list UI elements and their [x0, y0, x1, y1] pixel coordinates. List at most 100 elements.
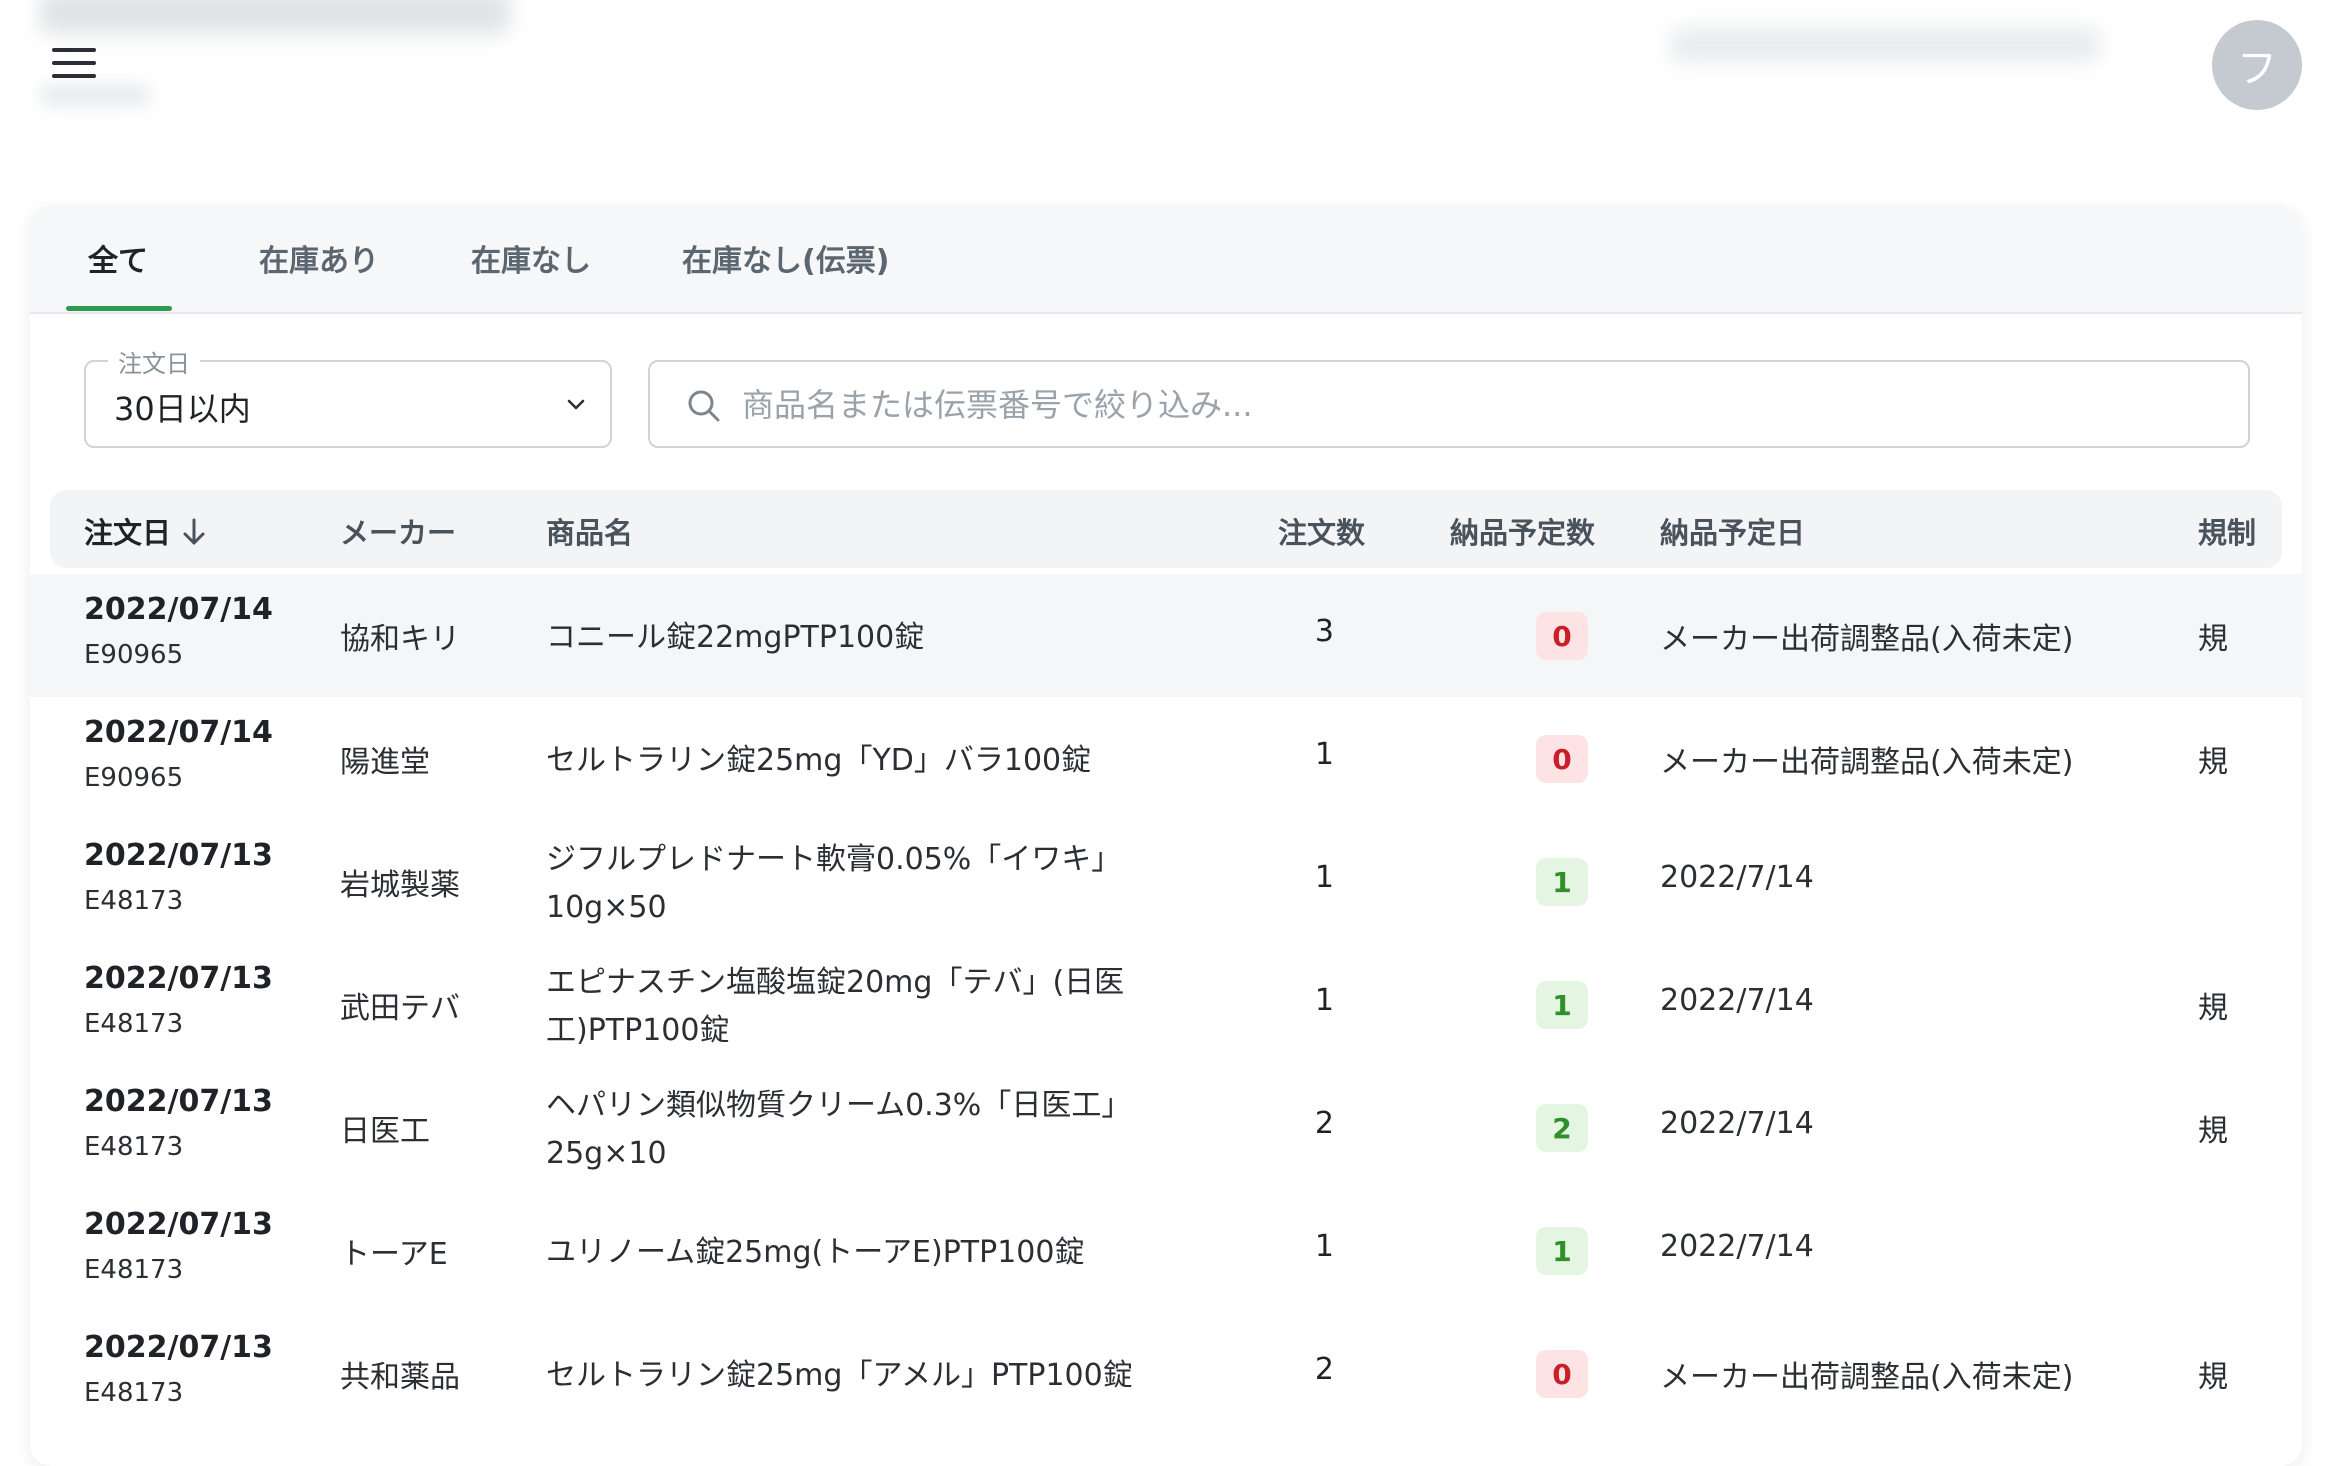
product-name: エピナスチン塩酸塩錠20mg「テバ」(日医 工)PTP100錠 [546, 959, 1166, 1055]
maker-name: 陽進堂 [340, 745, 430, 780]
maker-name: 岩城製薬 [340, 868, 460, 903]
active-tab-indicator [66, 306, 172, 311]
delivery-date: メーカー出荷調整品(入荷未定) [1660, 622, 2074, 657]
order-date-value: 30日以内 [114, 390, 251, 428]
order-date-label: 注文日 [108, 344, 200, 379]
delivery-date: 2022/7/14 [1660, 1229, 1814, 1264]
orders-card: 全て 在庫あり 在庫なし 在庫なし(伝票) 注文日 30日以内 注文日 メーカー… [30, 206, 2302, 1466]
slip-number: E48173 [84, 1255, 184, 1285]
product-name: セルトラリン錠25mg「YD」バラ100錠 [546, 737, 1166, 785]
order-date: 2022/07/14 [84, 715, 273, 750]
chevron-down-icon [567, 399, 585, 410]
arrow-down-icon [183, 518, 205, 545]
column-header-order-date[interactable]: 注文日 [84, 510, 207, 552]
product-name-line1: ユリノーム錠25mg(トーアE)PTP100錠 [546, 1235, 1085, 1270]
maker-name: トーアE [340, 1237, 448, 1272]
product-name: ユリノーム錠25mg(トーアE)PTP100錠 [546, 1229, 1166, 1277]
delivery-date: メーカー出荷調整品(入荷未定) [1660, 745, 2074, 780]
regulation-mark: 規 [2198, 622, 2228, 657]
column-header-planned-qty[interactable]: 納品予定数 [1450, 510, 1595, 552]
order-date: 2022/07/14 [84, 592, 273, 627]
product-name-line1: ジフルプレドナート軟膏0.05%「イワキ」 [546, 842, 1122, 877]
regulation-mark: 規 [2198, 1360, 2228, 1395]
order-qty: 1 [1314, 860, 1334, 895]
product-name-line1: コニール錠22mgPTP100錠 [546, 620, 925, 655]
order-date: 2022/07/13 [84, 961, 273, 996]
delivery-date: 2022/7/14 [1660, 983, 1814, 1018]
delivery-date: 2022/7/14 [1660, 860, 1814, 895]
product-name: ヘパリン類似物質クリーム0.3%「日医工」 25g×10 [546, 1082, 1166, 1178]
order-date: 2022/07/13 [84, 838, 273, 873]
product-name-line1: セルトラリン錠25mg「アメル」PTP100錠 [546, 1358, 1133, 1393]
column-header-regulation[interactable]: 規制 [2198, 510, 2256, 552]
slip-number: E48173 [84, 1132, 184, 1162]
order-qty: 2 [1314, 1352, 1334, 1387]
order-date: 2022/07/13 [84, 1084, 273, 1119]
table-row[interactable]: 2022/07/14 E90965 協和キリ コニール錠22mgPTP100錠 3 0 メー… [30, 574, 2302, 697]
planned-qty-badge: 2 [1536, 1104, 1588, 1152]
delivery-date: メーカー出荷調整品(入荷未定) [1660, 1360, 2074, 1395]
maker-name: 武田テバ [340, 991, 460, 1026]
slip-number: E90965 [84, 763, 184, 793]
planned-qty-badge: 1 [1536, 858, 1588, 906]
product-name-line1: セルトラリン錠25mg「YD」バラ100錠 [546, 743, 1092, 778]
table-row[interactable]: 2022/07/13 E48173 岩城製薬 ジフルプレドナート軟膏0.05%「イワキ… [30, 820, 2302, 943]
regulation-mark: 規 [2198, 745, 2228, 780]
product-name-line2: 工)PTP100錠 [546, 1013, 730, 1048]
order-date: 2022/07/13 [84, 1330, 273, 1365]
slip-number: E48173 [84, 1009, 184, 1039]
order-date: 2022/07/13 [84, 1207, 273, 1242]
table-row[interactable]: 2022/07/14 E90965 陽進堂 セルトラリン錠25mg「YD」バラ100錠… [30, 697, 2302, 820]
product-name-line1: ヘパリン類似物質クリーム0.3%「日医工」 [546, 1088, 1132, 1123]
order-date-select[interactable]: 注文日 30日以内 [84, 344, 612, 448]
maker-name: 共和薬品 [340, 1360, 460, 1395]
order-qty: 1 [1314, 1229, 1334, 1264]
slip-number: E90965 [84, 640, 184, 670]
maker-name: 協和キリ [340, 622, 460, 657]
delivery-date: 2022/7/14 [1660, 1106, 1814, 1141]
tab-in-stock[interactable]: 在庫あり [259, 236, 379, 314]
regulation-mark: 規 [2198, 991, 2228, 1026]
blurred-page-title [40, 0, 510, 34]
column-header-maker[interactable]: メーカー [340, 510, 456, 552]
table-row[interactable]: 2022/07/13 E48173 日医工 ヘパリン類似物質クリーム0.3%「日医工」… [30, 1066, 2302, 1189]
planned-qty-badge: 1 [1536, 981, 1588, 1029]
tab-out-of-stock-slip[interactable]: 在庫なし(伝票) [682, 236, 889, 314]
table-row[interactable]: 2022/07/13 E48173 武田テバ エピナスチン塩酸塩錠20mg「テバ」(日… [30, 943, 2302, 1066]
slip-number: E48173 [84, 886, 184, 916]
product-name-line2: 10g×50 [546, 890, 667, 925]
planned-qty-badge: 1 [1536, 1227, 1588, 1275]
tab-all[interactable]: 全て [88, 236, 148, 314]
product-name: ジフルプレドナート軟膏0.05%「イワキ」 10g×50 [546, 836, 1166, 932]
order-qty: 2 [1314, 1106, 1334, 1141]
order-qty: 1 [1314, 737, 1334, 772]
order-qty: 1 [1314, 983, 1334, 1018]
regulation-mark: 規 [2198, 1114, 2228, 1149]
search-icon [688, 390, 720, 422]
hamburger-menu-icon[interactable] [52, 46, 96, 82]
top-bar: フ [0, 0, 2340, 130]
table-row[interactable]: 2022/07/13 E48173 共和薬品 セルトラリン錠25mg「アメル」PTP1… [30, 1312, 2302, 1435]
planned-qty-badge: 0 [1536, 735, 1588, 783]
search-field[interactable] [648, 360, 2250, 448]
product-name: コニール錠22mgPTP100錠 [546, 614, 1166, 662]
tab-bar: 全て 在庫あり 在庫なし 在庫なし(伝票) [30, 206, 2302, 314]
table-header: 注文日 メーカー 商品名 注文数 納品予定数 納品予定日 規制 [50, 490, 2282, 568]
table-row[interactable]: 2022/07/13 E48173 トーアE ユリノーム錠25mg(トーアE)PTP1… [30, 1189, 2302, 1312]
maker-name: 日医工 [340, 1114, 430, 1149]
column-header-delivery-date[interactable]: 納品予定日 [1660, 510, 1805, 552]
order-qty: 3 [1314, 614, 1334, 649]
product-name-line1: エピナスチン塩酸塩錠20mg「テバ」(日医 [546, 965, 1125, 1000]
blurred-subtitle [40, 84, 150, 106]
column-header-product[interactable]: 商品名 [546, 510, 633, 552]
search-input[interactable] [740, 376, 2220, 434]
slip-number: E48173 [84, 1378, 184, 1408]
avatar[interactable]: フ [2212, 20, 2302, 110]
product-name: セルトラリン錠25mg「アメル」PTP100錠 [546, 1352, 1166, 1400]
tab-out-of-stock[interactable]: 在庫なし [471, 236, 591, 314]
planned-qty-badge: 0 [1536, 1350, 1588, 1398]
product-name-line2: 25g×10 [546, 1136, 667, 1171]
planned-qty-badge: 0 [1536, 612, 1588, 660]
column-header-order-qty[interactable]: 注文数 [1278, 510, 1365, 552]
blurred-header-info [1670, 28, 2100, 62]
